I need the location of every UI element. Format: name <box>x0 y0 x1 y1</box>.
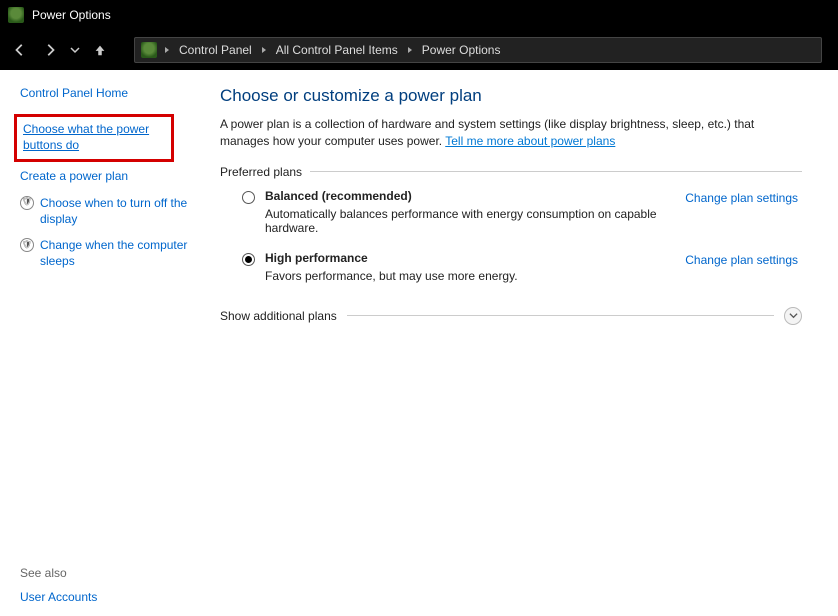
app-icon <box>8 7 24 23</box>
forward-button[interactable] <box>38 38 62 62</box>
shield-icon: 🛡 <box>20 238 34 252</box>
sidebar-link-label: Choose when to turn off the display <box>40 195 190 227</box>
breadcrumb-item[interactable]: All Control Panel Items <box>272 41 402 59</box>
plan-radio-balanced[interactable] <box>242 191 255 204</box>
up-button[interactable] <box>88 38 112 62</box>
titlebar: Power Options <box>0 0 838 30</box>
chevron-right-icon <box>163 43 171 57</box>
back-button[interactable] <box>8 38 32 62</box>
highlighted-link-box: Choose what the power buttons do <box>14 114 174 162</box>
shield-icon: 🛡 <box>20 196 34 210</box>
expander-label: Show additional plans <box>220 309 337 323</box>
page-title: Choose or customize a power plan <box>220 86 802 106</box>
history-dropdown[interactable] <box>68 38 82 62</box>
chevron-right-icon <box>406 43 414 57</box>
see-also-label: See also <box>20 566 200 580</box>
sidebar-link-sleep[interactable]: 🛡 Change when the computer sleeps <box>20 237 200 269</box>
sidebar-link-label: Choose what the power buttons do <box>23 121 155 153</box>
sidebar-link-power-buttons[interactable]: Choose what the power buttons do <box>23 121 165 153</box>
plan-name: Balanced (recommended) <box>265 189 685 203</box>
change-plan-settings-link[interactable]: Change plan settings <box>685 191 798 205</box>
learn-more-link[interactable]: Tell me more about power plans <box>445 134 615 148</box>
sidebar-link-label: Create a power plan <box>20 168 128 184</box>
plan-desc: Favors performance, but may use more ene… <box>265 269 518 283</box>
preferred-plans-label: Preferred plans <box>220 165 802 179</box>
control-panel-home-link[interactable]: Control Panel Home <box>20 86 200 100</box>
change-plan-settings-link[interactable]: Change plan settings <box>685 253 798 267</box>
main-panel: Choose or customize a power plan A power… <box>200 70 838 616</box>
additional-plans-expander[interactable]: Show additional plans <box>220 307 802 325</box>
content-area: Control Panel Home Choose what the power… <box>0 70 838 616</box>
plan-radio-high-performance[interactable] <box>242 253 255 266</box>
address-bar[interactable]: Control Panel All Control Panel Items Po… <box>134 37 822 63</box>
breadcrumb-item[interactable]: Control Panel <box>175 41 256 59</box>
plan-balanced: Balanced (recommended) Automatically bal… <box>220 179 802 241</box>
window-title: Power Options <box>32 8 111 22</box>
page-description: A power plan is a collection of hardware… <box>220 116 802 151</box>
preferred-plans-group: Preferred plans Balanced (recommended) A… <box>220 165 802 289</box>
plan-high-performance: High performance Favors performance, but… <box>220 241 802 289</box>
address-icon <box>141 42 157 58</box>
chevron-down-icon[interactable] <box>784 307 802 325</box>
plan-name: High performance <box>265 251 518 265</box>
sidebar-link-create-plan[interactable]: Create a power plan <box>20 168 200 184</box>
chevron-right-icon <box>260 43 268 57</box>
breadcrumb-item[interactable]: Power Options <box>418 41 505 59</box>
plan-desc: Automatically balances performance with … <box>265 207 685 235</box>
navbar: Control Panel All Control Panel Items Po… <box>0 30 838 70</box>
see-also-user-accounts[interactable]: User Accounts <box>20 590 200 604</box>
sidebar-link-label: Change when the computer sleeps <box>40 237 190 269</box>
sidebar-link-display-off[interactable]: 🛡 Choose when to turn off the display <box>20 195 200 227</box>
sidebar: Control Panel Home Choose what the power… <box>0 70 200 616</box>
